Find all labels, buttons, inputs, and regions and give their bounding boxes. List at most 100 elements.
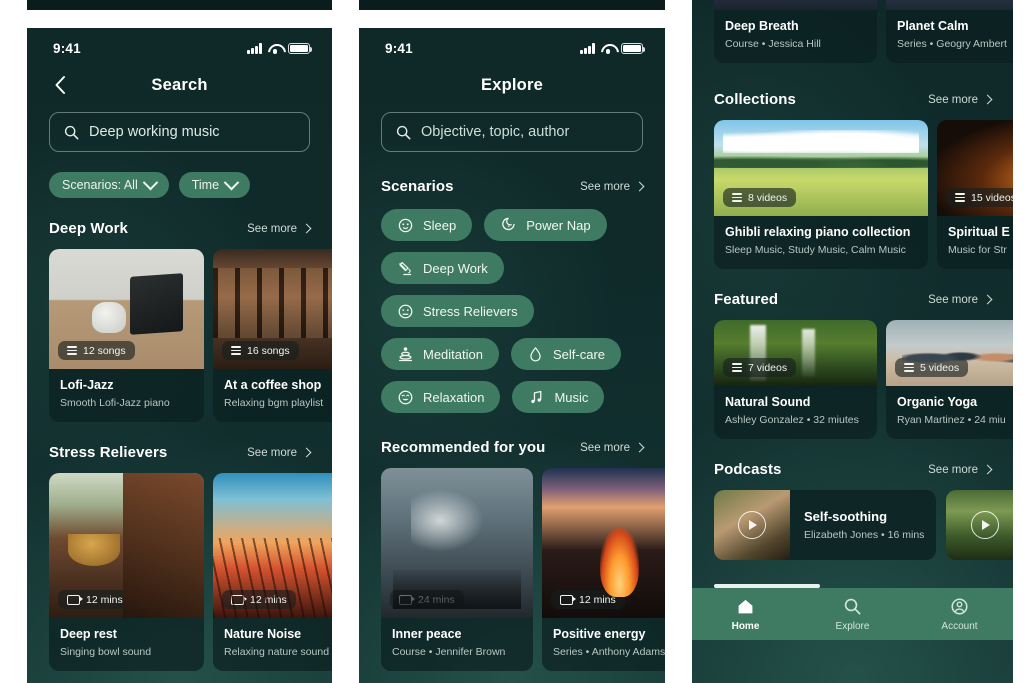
card-subtitle: Smooth Lofi-Jazz piano <box>60 397 170 409</box>
card-badge: 12 mins <box>551 590 625 609</box>
tab-label: Home <box>731 620 760 632</box>
scenario-chip-relaxation[interactable]: Relaxation <box>381 381 501 413</box>
scenario-chip-sleep[interactable]: Sleep <box>381 209 473 241</box>
filter-chip-row: Scenarios: All Time <box>49 172 332 198</box>
tab-home[interactable]: Home <box>692 597 799 632</box>
scenario-chip-label: Relaxation <box>423 389 485 405</box>
search-icon <box>396 125 411 139</box>
chevron-down-icon <box>142 174 159 190</box>
media-card[interactable]: 8 videos Ghibli relaxing piano collectio… <box>714 120 928 269</box>
card-title: Inner peace <box>392 627 462 641</box>
see-more-collections[interactable]: See more <box>928 94 993 106</box>
panel-above-explore-cutoff <box>359 0 665 10</box>
see-more-label: See more <box>580 441 630 454</box>
podcast-title: Self-soothing <box>804 509 888 524</box>
see-more-stress-relievers[interactable]: See more <box>247 447 312 459</box>
explore-search-placeholder: Objective, topic, author <box>421 124 570 140</box>
media-card[interactable]: 12 songs Lofi-Jazz Smooth Lofi-Jazz pian… <box>49 249 204 422</box>
media-card[interactable]: 32 mins Planet Calm Series • Geogry Ambe… <box>886 0 1013 63</box>
scenario-chip-meditation[interactable]: Meditation <box>381 338 499 370</box>
tab-explore[interactable]: Explore <box>799 597 906 632</box>
section-header-scenarios: Scenarios See more <box>359 178 665 195</box>
tab-account[interactable]: Account <box>906 597 1013 632</box>
see-more-deep-work[interactable]: See more <box>247 223 312 235</box>
media-card[interactable]: 5 videos Organic Yoga Ryan Martinez • 24… <box>886 320 1013 439</box>
card-badge-label: 7 videos <box>748 361 788 374</box>
card-thumbnail: 15 videos <box>937 120 1013 216</box>
media-card[interactable]: 12 mins Positive energy Series • Anthony… <box>542 468 665 671</box>
card-row-deep-work: 12 songs Lofi-Jazz Smooth Lofi-Jazz pian… <box>27 249 332 422</box>
status-icons <box>580 43 646 55</box>
power-nap-icon: z <box>502 217 515 230</box>
explore-search-input[interactable]: Objective, topic, author <box>381 112 643 152</box>
card-meta: Organic Yoga Ryan Martinez • 24 miu <box>886 386 1013 439</box>
see-more-podcasts[interactable]: See more <box>928 464 993 476</box>
droplet-icon <box>530 346 541 361</box>
card-title: Natural Sound <box>725 395 811 409</box>
scenario-chip-stress-relievers[interactable]: Stress Relievers <box>381 295 534 327</box>
chevron-right-icon <box>982 464 993 475</box>
card-thumbnail: 12 mins <box>213 473 332 618</box>
status-bar: 9:41 <box>359 28 665 56</box>
page-title: Search <box>151 75 208 94</box>
video-icon <box>560 594 577 605</box>
video-icon <box>67 594 84 605</box>
scenario-chip-power-nap[interactable]: z Power Nap <box>484 209 607 241</box>
wifi-icon <box>268 43 282 55</box>
card-thumbnail: 12 songs <box>49 249 204 369</box>
chevron-right-icon <box>634 442 645 453</box>
podcast-row: Self-soothing Elizabeth Jones • 16 mins <box>692 490 1013 560</box>
card-title: Spiritual E <box>948 225 1010 239</box>
home-icon <box>738 599 753 613</box>
search-input[interactable]: Deep working music <box>49 112 310 152</box>
scenario-chip-music[interactable]: Music <box>512 381 605 413</box>
battery-icon <box>288 43 313 54</box>
see-more-label: See more <box>928 293 978 306</box>
card-thumbnail: 8 videos <box>714 120 928 216</box>
see-more-recommended[interactable]: See more <box>580 441 645 454</box>
card-thumbnail: 7 videos <box>714 320 877 386</box>
media-card[interactable]: 12 mins Deep rest Singing bowl sound <box>49 473 204 671</box>
media-card[interactable]: 7 videos Natural Sound Ashley Gonzalez •… <box>714 320 877 439</box>
media-card[interactable]: 16 songs At a coffee shop Relaxing bgm p… <box>213 249 332 422</box>
podcast-item[interactable]: Self-soothing Elizabeth Jones • 16 mins <box>714 490 936 560</box>
scenario-chip-self-care[interactable]: Self-care <box>510 338 622 370</box>
media-card[interactable]: 15 videos Spiritual E Music for Str <box>937 120 1013 269</box>
filter-chip-time[interactable]: Time <box>178 172 251 198</box>
scenario-chip-label: Self-care <box>552 346 606 362</box>
card-badge: 5 videos <box>895 358 969 377</box>
tab-label: Explore <box>835 620 870 632</box>
card-thumbnail: 24 mins <box>381 468 533 618</box>
scenario-chip-deep-work[interactable]: Deep Work <box>381 252 504 284</box>
podcast-subtitle: Elizabeth Jones • 16 mins <box>804 529 925 541</box>
filter-chip-time-label: Time <box>191 178 220 192</box>
card-badge-label: 8 videos <box>748 191 788 204</box>
play-icon[interactable] <box>971 511 999 539</box>
filter-chip-scenarios[interactable]: Scenarios: All <box>49 172 169 198</box>
scenario-chip-label: Sleep <box>423 217 457 233</box>
card-thumbnail: 16 songs <box>213 249 332 369</box>
see-more-featured[interactable]: See more <box>928 293 993 306</box>
media-card[interactable]: 24 mins Inner peace Course • Jennifer Br… <box>381 468 533 671</box>
card-badge: 12 mins <box>58 590 132 609</box>
card-badge: 24 mins <box>390 590 464 609</box>
card-row-collections: 8 videos Ghibli relaxing piano collectio… <box>692 120 1013 269</box>
search-nav-header: Search <box>27 64 332 106</box>
podcast-item[interactable] <box>946 490 1013 560</box>
see-more-scenarios[interactable]: See more <box>580 181 645 193</box>
meditation-icon <box>398 346 413 361</box>
search-input-value: Deep working music <box>89 124 220 140</box>
play-icon[interactable] <box>738 511 766 539</box>
media-card[interactable]: 12 mins Nature Noise Relaxing nature sou… <box>213 473 332 671</box>
card-meta: Deep rest Singing bowl sound <box>49 618 204 671</box>
card-meta: Nature Noise Relaxing nature sound <box>213 618 332 671</box>
tab-label: Account <box>941 620 978 632</box>
status-time: 9:41 <box>53 41 81 56</box>
card-meta: Inner peace Course • Jennifer Brown <box>381 618 533 671</box>
chevron-left-icon[interactable] <box>49 74 71 96</box>
media-card[interactable]: 12 mins Deep Breath Course • Jessica Hil… <box>714 0 877 63</box>
card-subtitle: Series • Anthony Adams <box>553 646 665 658</box>
page-title: Explore <box>481 75 543 94</box>
card-title: Planet Calm <box>897 19 969 33</box>
card-subtitle: Ashley Gonzalez • 32 miutes <box>725 414 859 426</box>
